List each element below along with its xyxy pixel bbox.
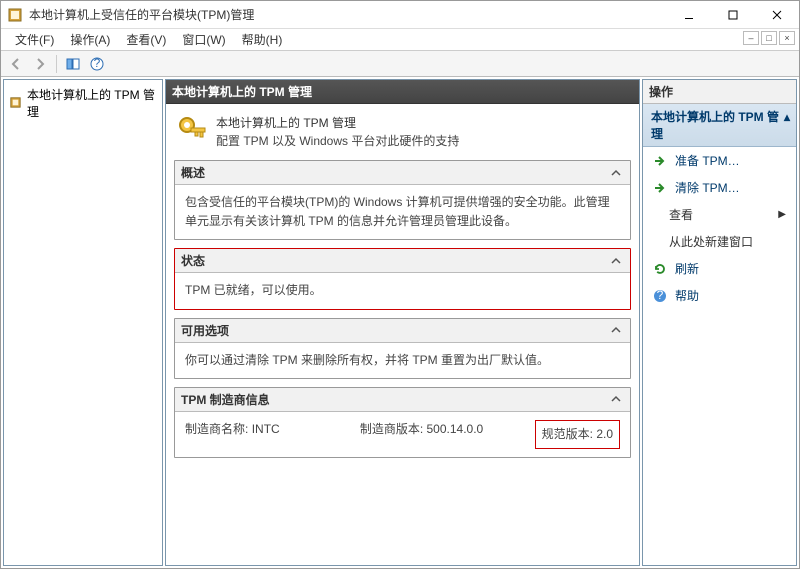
section-status-body: TPM 已就绪，可以使用。 — [175, 273, 630, 308]
action-label: 查看 — [669, 206, 693, 223]
tree-node-root[interactable]: 本地计算机上的 TPM 管理 — [8, 84, 158, 122]
mdi-control-box: – □ × — [743, 31, 795, 45]
submenu-arrow-icon: ▶ — [778, 209, 786, 220]
action-clear-tpm[interactable]: 清除 TPM… — [643, 174, 796, 201]
arrow-right-green-icon — [653, 154, 667, 168]
window: 本地计算机上受信任的平台模块(TPM)管理 文件(F) 操作(A) 查看(V) … — [0, 0, 800, 569]
section-options-header[interactable]: 可用选项 — [175, 319, 630, 343]
section-manufacturer-body: 制造商名称: INTC 制造商版本: 500.14.0.0 规范版本: 2.0 — [175, 412, 630, 457]
spec-version-value: 2.0 — [596, 427, 613, 441]
actions-body: 本地计算机上的 TPM 管理 ▴ 准备 TPM… 清除 TPM… 查看 — [643, 104, 796, 565]
toolbar: ? — [1, 51, 799, 77]
intro-block: 本地计算机上的 TPM 管理 配置 TPM 以及 Windows 平台对此硬件的… — [174, 110, 631, 160]
actions-pane: 操作 本地计算机上的 TPM 管理 ▴ 准备 TPM… 清除 TPM… — [642, 79, 797, 566]
spec-version-label: 规范版本: — [542, 427, 593, 441]
maximize-button[interactable] — [711, 1, 755, 29]
intro-text: 本地计算机上的 TPM 管理 配置 TPM 以及 Windows 平台对此硬件的… — [216, 114, 459, 150]
help-button[interactable]: ? — [86, 54, 108, 74]
tpm-key-icon — [176, 114, 208, 146]
chevron-up-icon[interactable] — [608, 391, 624, 407]
intro-desc: 配置 TPM 以及 Windows 平台对此硬件的支持 — [216, 132, 459, 150]
mdi-minimize-icon[interactable]: – — [743, 31, 759, 45]
minimize-button[interactable] — [667, 1, 711, 29]
chevron-up-icon[interactable] — [608, 253, 624, 269]
show-hide-tree-button[interactable] — [62, 54, 84, 74]
manufacturer-name-value: INTC — [252, 422, 280, 436]
section-status: 状态 TPM 已就绪，可以使用。 — [174, 248, 631, 309]
action-view-submenu[interactable]: 查看 ▶ — [643, 201, 796, 228]
spec-version: 规范版本: 2.0 — [535, 420, 620, 449]
window-title: 本地计算机上受信任的平台模块(TPM)管理 — [29, 6, 667, 23]
action-label: 从此处新建窗口 — [669, 233, 753, 250]
details-body: 本地计算机上的 TPM 管理 配置 TPM 以及 Windows 平台对此硬件的… — [166, 104, 639, 565]
action-label: 清除 TPM… — [675, 179, 740, 196]
action-help[interactable]: ? 帮助 — [643, 282, 796, 309]
menu-window[interactable]: 窗口(W) — [174, 29, 233, 50]
section-options: 可用选项 你可以通过清除 TPM 来删除所有权，并将 TPM 重置为出厂默认值。 — [174, 318, 631, 379]
chevron-up-icon[interactable] — [608, 322, 624, 338]
caret-up-icon[interactable]: ▴ — [784, 110, 790, 124]
action-prepare-tpm[interactable]: 准备 TPM… — [643, 147, 796, 174]
section-overview: 概述 包含受信任的平台模块(TPM)的 Windows 计算机可提供增强的安全功… — [174, 160, 631, 240]
manufacturer-name: 制造商名称: INTC — [185, 420, 360, 449]
details-pane-header: 本地计算机上的 TPM 管理 — [166, 80, 639, 104]
section-status-title: 状态 — [181, 252, 608, 269]
section-manufacturer-header[interactable]: TPM 制造商信息 — [175, 388, 630, 412]
menu-action[interactable]: 操作(A) — [62, 29, 118, 50]
menu-help[interactable]: 帮助(H) — [234, 29, 291, 50]
close-button[interactable] — [755, 1, 799, 29]
section-options-title: 可用选项 — [181, 322, 608, 339]
app-icon — [7, 7, 23, 23]
action-label: 刷新 — [675, 260, 699, 277]
manufacturer-version-value: 500.14.0.0 — [427, 422, 484, 436]
section-options-body: 你可以通过清除 TPM 来删除所有权，并将 TPM 重置为出厂默认值。 — [175, 343, 630, 378]
menu-view[interactable]: 查看(V) — [118, 29, 174, 50]
action-label: 帮助 — [675, 287, 699, 304]
chevron-up-icon[interactable] — [608, 165, 624, 181]
section-overview-body: 包含受信任的平台模块(TPM)的 Windows 计算机可提供增强的安全功能。此… — [175, 185, 630, 239]
nav-back-button[interactable] — [5, 54, 27, 74]
toolbar-sep — [56, 55, 57, 73]
menubar: 文件(F) 操作(A) 查看(V) 窗口(W) 帮助(H) – □ × — [1, 29, 799, 51]
manufacturer-version: 制造商版本: 500.14.0.0 — [360, 420, 535, 449]
manufacturer-version-label: 制造商版本: — [360, 422, 423, 436]
intro-title: 本地计算机上的 TPM 管理 — [216, 114, 459, 132]
svg-text:?: ? — [94, 57, 101, 70]
arrow-right-green-icon — [653, 181, 667, 195]
section-manufacturer-title: TPM 制造商信息 — [181, 391, 608, 408]
titlebar: 本地计算机上受信任的平台模块(TPM)管理 — [1, 1, 799, 29]
section-overview-header[interactable]: 概述 — [175, 161, 630, 185]
console-tree: 本地计算机上的 TPM 管理 — [4, 80, 162, 565]
menu-file[interactable]: 文件(F) — [7, 29, 62, 50]
svg-text:?: ? — [657, 289, 664, 302]
nav-forward-button[interactable] — [29, 54, 51, 74]
actions-context-label: 本地计算机上的 TPM 管理 — [651, 110, 779, 141]
window-buttons — [667, 1, 799, 29]
section-manufacturer: TPM 制造商信息 制造商名称: INTC 制造商版本: 500.14.0.0 — [174, 387, 631, 458]
actions-pane-header: 操作 — [643, 80, 796, 104]
main-area: 本地计算机上的 TPM 管理 本地计算机上的 TPM 管理 本地计算机上的 TP… — [1, 77, 799, 568]
console-tree-pane: 本地计算机上的 TPM 管理 — [3, 79, 163, 566]
section-status-header[interactable]: 状态 — [175, 249, 630, 273]
section-overview-title: 概述 — [181, 164, 608, 181]
details-pane: 本地计算机上的 TPM 管理 本地计算机上的 TPM 管理 配置 TPM 以及 … — [165, 79, 640, 566]
tree-node-label: 本地计算机上的 TPM 管理 — [27, 86, 158, 120]
mdi-restore-icon[interactable]: □ — [761, 31, 777, 45]
manufacturer-name-label: 制造商名称: — [185, 422, 248, 436]
action-label: 准备 TPM… — [675, 152, 740, 169]
mdi-close-icon[interactable]: × — [779, 31, 795, 45]
actions-context-title: 本地计算机上的 TPM 管理 ▴ — [643, 104, 796, 147]
action-refresh[interactable]: 刷新 — [643, 255, 796, 282]
action-new-window[interactable]: 从此处新建窗口 — [643, 228, 796, 255]
tpm-chip-icon — [8, 95, 23, 111]
help-icon: ? — [653, 289, 667, 303]
refresh-icon — [653, 262, 667, 276]
